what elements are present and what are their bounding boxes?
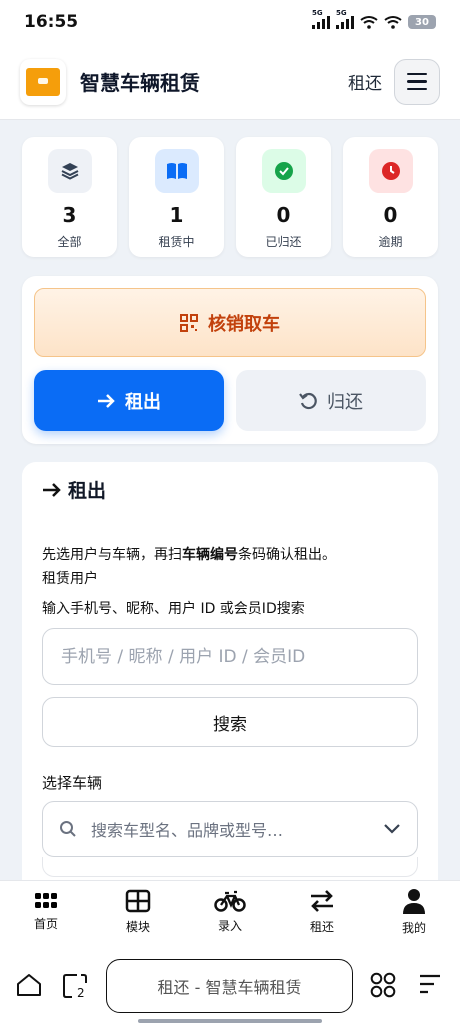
vehicle-section-label: 选择车辆: [42, 774, 103, 792]
user-icon: [403, 888, 425, 914]
menu-lines-icon[interactable]: [418, 973, 442, 995]
stat-label: 租赁中: [158, 235, 195, 249]
rent-out-form: 租出 先选用户与车辆，再扫车辆编号条码确认租出。 租赁用户 输入手机号、昵称、用…: [22, 462, 438, 882]
search-button[interactable]: 搜索: [42, 697, 418, 747]
home-grid-icon: [35, 892, 57, 908]
nav-item-rent-return[interactable]: 租还: [276, 881, 368, 942]
status-time: 16:55: [24, 12, 79, 32]
signal-icon-2: 5G: [336, 9, 354, 29]
form-title: 租出: [42, 476, 106, 503]
user-search-input[interactable]: [42, 628, 418, 685]
status-bar: 16:55 5G 5G 30: [0, 0, 460, 44]
home-indicator: [138, 1019, 322, 1023]
undo-icon: [299, 392, 317, 409]
stat-card-renting[interactable]: 1 租赁中: [129, 137, 224, 257]
nav-item-entry[interactable]: 录入: [184, 881, 276, 942]
current-page-label: 租还: [348, 74, 382, 94]
stat-value: 0: [383, 203, 398, 227]
nav-item-profile[interactable]: 我的: [368, 881, 460, 942]
stat-label: 全部: [57, 235, 82, 249]
browser-bottom-bar: 2 租还 - 智慧车辆租赁: [0, 942, 460, 1024]
battery-icon: 30: [408, 15, 436, 29]
stat-label: 逾期: [378, 235, 403, 249]
user-section-label: 租赁用户: [42, 571, 98, 587]
system-icons: 5G 5G 30: [312, 9, 436, 29]
app-logo: [20, 58, 66, 105]
tab-return[interactable]: 归还: [236, 370, 426, 431]
action-card: 核销取车 租出 归还: [22, 276, 438, 444]
arrow-right-icon: [43, 482, 61, 497]
modules-icon: [125, 889, 151, 912]
menu-button[interactable]: [394, 58, 440, 105]
stat-label: 已归还: [265, 235, 302, 249]
vehicle-select[interactable]: 搜索车型名、品牌或型号…: [42, 801, 418, 857]
stat-card-all[interactable]: 3 全部: [22, 137, 117, 257]
verify-pickup-label: 核销取车: [208, 313, 280, 335]
verify-pickup-button[interactable]: 核销取车: [34, 288, 426, 357]
bike-icon: [214, 890, 246, 912]
wifi-icon-2: [384, 16, 402, 29]
clock-icon: [368, 149, 413, 193]
stat-value: 0: [276, 203, 291, 227]
bottom-nav: 首页 模块 录入 租还 我的: [0, 880, 460, 942]
tabs-button[interactable]: 2: [62, 973, 88, 1003]
tab-rent-out-label: 租出: [125, 391, 161, 413]
svg-text:2: 2: [77, 986, 85, 999]
layers-icon: [47, 149, 92, 193]
signal-icon: 5G: [312, 9, 330, 29]
qr-code-icon: [180, 313, 198, 332]
apps-grid-icon[interactable]: [370, 972, 396, 998]
address-bar[interactable]: 租还 - 智慧车辆租赁: [106, 959, 353, 1013]
stat-card-returned[interactable]: 0 已归还: [236, 137, 331, 257]
chevron-down-icon: [384, 824, 400, 834]
stat-value: 1: [169, 203, 184, 227]
book-icon: [154, 149, 199, 193]
tab-rent-out[interactable]: 租出: [34, 370, 224, 431]
home-icon[interactable]: [16, 973, 42, 997]
stat-value: 3: [62, 203, 77, 227]
wifi-icon: [360, 16, 378, 29]
vehicle-dropdown-edge: [42, 857, 418, 877]
arrow-right-icon: [98, 393, 115, 408]
check-circle-icon: [261, 149, 306, 193]
vehicle-select-placeholder: 搜索车型名、品牌或型号…: [91, 821, 284, 840]
search-icon: [60, 821, 76, 837]
nav-item-home[interactable]: 首页: [0, 881, 92, 942]
swap-icon: [311, 889, 333, 912]
stats-row: 3 全部 1 租赁中 0 已归还 0 逾期: [22, 137, 438, 257]
app-header: 智慧车辆租赁 租还: [0, 44, 460, 120]
user-search-hint: 输入手机号、昵称、用户 ID 或会员ID搜索: [42, 601, 305, 617]
form-description: 先选用户与车辆，再扫车辆编号条码确认租出。: [42, 547, 336, 563]
tab-return-label: 归还: [327, 391, 363, 413]
nav-item-modules[interactable]: 模块: [92, 881, 184, 942]
stat-card-overdue[interactable]: 0 逾期: [343, 137, 438, 257]
app-title: 智慧车辆租赁: [80, 71, 200, 95]
